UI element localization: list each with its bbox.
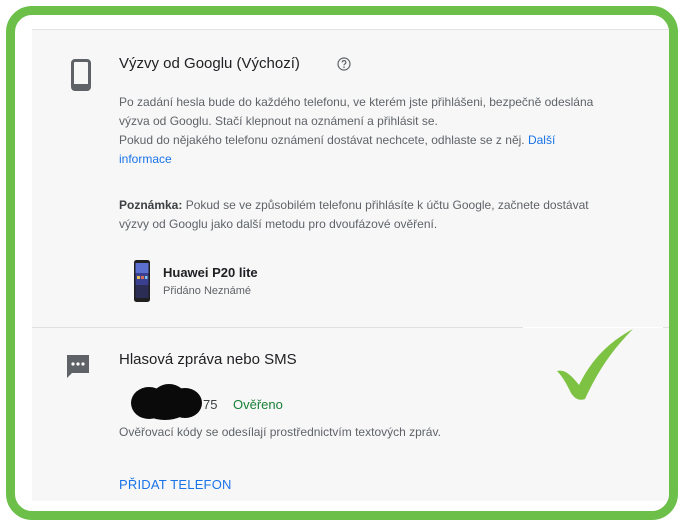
verified-badge: Ověřeno <box>233 397 283 412</box>
smartphone-icon <box>71 59 91 91</box>
sms-description: Ověřovací kódy se odesílají prostřednict… <box>119 425 441 439</box>
phone-number-suffix: 75 <box>203 397 218 412</box>
phone-device-image <box>134 260 150 302</box>
device-name: Huawei P20 lite <box>163 265 258 280</box>
redacted-phone-number <box>131 384 202 420</box>
description-line-2: výzva od Googlu. Stačí klepnout na oznám… <box>119 114 438 128</box>
highlight-frame: Výzvy od Googlu (Výchozí) Po zadání hesl… <box>6 6 678 520</box>
description-line-1: Po zadání hesla bude do každého telefonu… <box>119 95 594 109</box>
more-info-link-continued[interactable]: informace <box>119 150 172 169</box>
device-added-status: Přidáno Neznámé <box>163 285 252 297</box>
checkmark-icon <box>557 329 633 400</box>
add-phone-button[interactable]: PŘIDAT TELEFON <box>119 477 232 492</box>
more-info-link[interactable]: Další <box>528 133 555 147</box>
message-icon <box>67 355 89 378</box>
note-line-2: výzvy od Googlu jako další metodu pro dv… <box>119 217 438 231</box>
google-prompt-title: Výzvy od Googlu (Výchozí) <box>119 55 300 72</box>
help-circle-icon[interactable] <box>337 57 351 71</box>
description-line-3-text: Pokud do nějakého telefonu oznámení dost… <box>119 133 525 147</box>
note-label: Poznámka: <box>119 198 183 212</box>
description-line-3: Pokud do nějakého telefonu oznámení dost… <box>119 131 555 150</box>
top-divider <box>32 29 669 30</box>
sms-title: Hlasová zpráva nebo SMS <box>119 351 297 368</box>
note-text: Pokud se ve způsobilém telefonu přihlásí… <box>185 198 589 212</box>
note-line-1: Poznámka: Pokud se ve způsobilém telefon… <box>119 196 589 215</box>
